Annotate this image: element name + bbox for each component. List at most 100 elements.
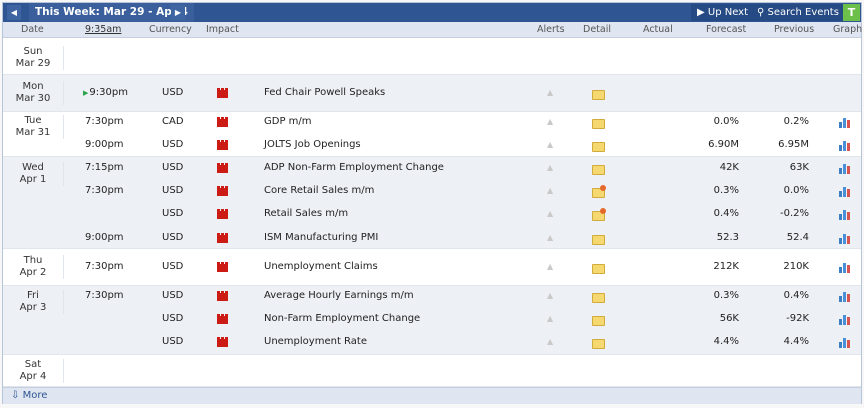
graph-icon[interactable] — [839, 336, 851, 348]
alert-bell-icon[interactable]: ▲ — [547, 210, 554, 218]
event-previous: 4.4% — [783, 336, 809, 347]
graph-icon[interactable] — [839, 290, 851, 302]
more-link[interactable]: ⇩ More — [11, 390, 47, 401]
detail-folder-icon[interactable] — [592, 264, 605, 274]
event-row[interactable]: 9:00pm USD JOLTS Job Openings ▲ 6.90M 6.95M — [3, 139, 861, 153]
high-impact-icon[interactable] — [217, 88, 228, 98]
event-title[interactable]: GDP m/m — [264, 116, 312, 127]
high-impact-icon[interactable] — [217, 233, 228, 243]
graph-icon[interactable] — [839, 162, 851, 174]
alert-bell-icon[interactable]: ▲ — [547, 292, 554, 300]
alert-bell-icon[interactable]: ▲ — [547, 338, 554, 346]
prev-week-button[interactable]: ◀ — [7, 5, 21, 20]
header-detail: Detail — [583, 24, 611, 35]
event-time: 9:00pm — [85, 139, 124, 150]
event-row[interactable]: 7:15pm USD ADP Non-Farm Employment Change ▲… — [3, 162, 861, 176]
alert-bell-icon[interactable]: ▲ — [547, 234, 554, 242]
event-row[interactable]: 7:30pm USD Average Hourly Earnings m/m ▲ 0.3… — [3, 290, 861, 304]
high-impact-icon[interactable] — [217, 186, 228, 196]
high-impact-icon[interactable] — [217, 163, 228, 173]
event-time: 9:00pm — [85, 232, 124, 243]
detail-folder-icon[interactable] — [592, 316, 605, 326]
header-previous: Previous — [774, 24, 815, 35]
high-impact-icon[interactable] — [217, 337, 228, 347]
alert-bell-icon[interactable]: ▲ — [547, 187, 554, 195]
download-icon: ⇩ — [11, 390, 20, 401]
day-row-sat: Sat Apr 4 — [3, 355, 861, 387]
header-actual: Actual — [643, 24, 673, 35]
graph-icon[interactable] — [839, 139, 851, 151]
event-title[interactable]: Core Retail Sales m/m — [264, 185, 374, 196]
event-title[interactable]: Unemployment Claims — [264, 261, 378, 272]
graph-icon[interactable] — [839, 232, 851, 244]
high-impact-icon[interactable] — [217, 209, 228, 219]
event-previous: -92K — [786, 313, 809, 324]
detail-folder-icon[interactable] — [592, 235, 605, 245]
detail-folder-star-icon[interactable] — [592, 185, 606, 198]
event-row[interactable]: USD Non-Farm Employment Change ▲ 56K -92K — [3, 313, 861, 327]
alert-bell-icon[interactable]: ▲ — [547, 118, 554, 126]
search-events-button[interactable]: ⚲ Search Events — [751, 4, 845, 21]
graph-icon[interactable] — [839, 261, 851, 273]
event-title[interactable]: Fed Chair Powell Speaks — [264, 87, 385, 98]
filter-button[interactable]: T — [843, 4, 860, 21]
detail-folder-star-icon[interactable] — [592, 208, 606, 221]
event-time: 7:15pm — [85, 162, 124, 173]
event-row[interactable]: ▶9:30pm USD Fed Chair Powell Speaks ▲ — [3, 87, 861, 101]
calendar-widget: ◀ This Week: Mar 29 - Apr 4 ▶ ▶ Up Next … — [2, 2, 862, 404]
detail-folder-icon[interactable] — [592, 90, 605, 100]
footer: ⇩ More — [3, 387, 861, 404]
event-title[interactable]: ADP Non-Farm Employment Change — [264, 162, 444, 173]
event-previous: 0.0% — [783, 185, 809, 196]
event-title[interactable]: JOLTS Job Openings — [264, 139, 361, 150]
event-row[interactable]: USD Retail Sales m/m ▲ 0.4% -0.2% — [3, 208, 861, 222]
detail-folder-icon[interactable] — [592, 293, 605, 303]
event-time: 7:30pm — [85, 185, 124, 196]
event-currency: CAD — [162, 116, 184, 127]
event-row[interactable]: USD Unemployment Rate ▲ 4.4% 4.4% — [3, 336, 861, 350]
toolbar: ◀ This Week: Mar 29 - Apr 4 ▶ ▶ Up Next … — [3, 3, 861, 22]
event-row[interactable]: 9:00pm USD ISM Manufacturing PMI ▲ 52.3 52.4 — [3, 232, 861, 246]
high-impact-icon[interactable] — [217, 262, 228, 272]
high-impact-icon[interactable] — [217, 291, 228, 301]
event-title[interactable]: Retail Sales m/m — [264, 208, 348, 219]
search-icon: ⚲ — [757, 7, 768, 18]
high-impact-icon[interactable] — [217, 140, 228, 150]
event-row[interactable]: 7:30pm USD Unemployment Claims ▲ 212K 210K — [3, 261, 861, 275]
play-icon: ▶ — [697, 7, 708, 18]
week-title[interactable]: This Week: Mar 29 - Apr 4 — [29, 3, 194, 22]
event-previous: -0.2% — [779, 208, 809, 219]
high-impact-icon[interactable] — [217, 314, 228, 324]
detail-folder-icon[interactable] — [592, 165, 605, 175]
event-currency: USD — [162, 232, 184, 243]
header-time[interactable]: 9:35am — [85, 24, 121, 35]
event-previous: 210K — [783, 261, 809, 272]
header-currency: Currency — [149, 24, 192, 35]
up-next-button[interactable]: ▶ Up Next — [691, 4, 755, 21]
event-row[interactable]: 7:30pm USD Core Retail Sales m/m ▲ 0.3% 0.0% — [3, 185, 861, 199]
detail-folder-icon[interactable] — [592, 339, 605, 349]
event-title[interactable]: Unemployment Rate — [264, 336, 367, 347]
event-row[interactable]: 7:30pm CAD GDP m/m ▲ 0.0% 0.2% — [3, 116, 861, 130]
event-title[interactable]: Average Hourly Earnings m/m — [264, 290, 414, 301]
event-forecast: 0.3% — [713, 290, 739, 301]
high-impact-icon[interactable] — [217, 117, 228, 127]
header-forecast: Forecast — [706, 24, 747, 35]
graph-icon[interactable] — [839, 185, 851, 197]
graph-icon[interactable] — [839, 116, 851, 128]
event-forecast: 0.4% — [713, 208, 739, 219]
event-title[interactable]: ISM Manufacturing PMI — [264, 232, 378, 243]
next-week-button[interactable]: ▶ — [171, 5, 185, 20]
alert-bell-icon[interactable]: ▲ — [547, 141, 554, 149]
alert-bell-icon[interactable]: ▲ — [547, 89, 554, 97]
event-forecast: 56K — [719, 313, 739, 324]
graph-icon[interactable] — [839, 208, 851, 220]
alert-bell-icon[interactable]: ▲ — [547, 263, 554, 271]
graph-icon[interactable] — [839, 313, 851, 325]
alert-bell-icon[interactable]: ▲ — [547, 164, 554, 172]
event-forecast: 4.4% — [713, 336, 739, 347]
detail-folder-icon[interactable] — [592, 142, 605, 152]
event-title[interactable]: Non-Farm Employment Change — [264, 313, 420, 324]
alert-bell-icon[interactable]: ▲ — [547, 315, 554, 323]
detail-folder-icon[interactable] — [592, 119, 605, 129]
